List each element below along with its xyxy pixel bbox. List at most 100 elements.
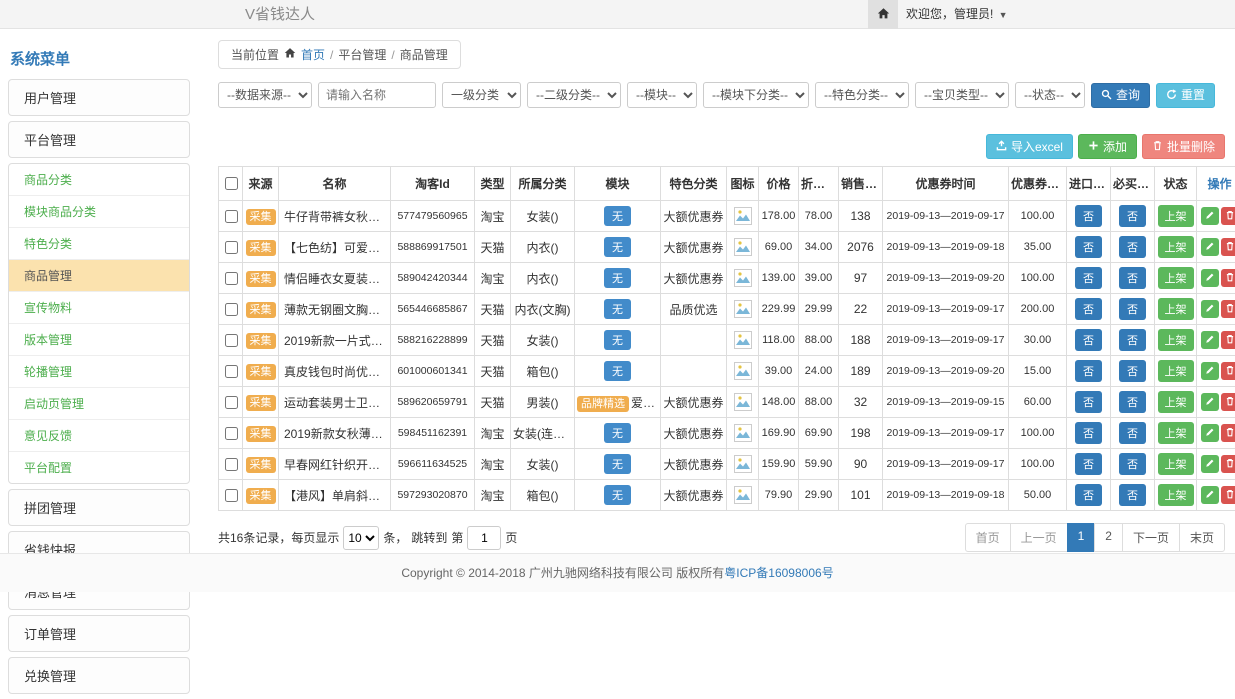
search-button[interactable]: 查询 (1091, 83, 1150, 108)
delete-button[interactable] (1221, 486, 1235, 504)
row-checkbox[interactable] (225, 489, 238, 502)
filter-select-8[interactable]: --状态-- (1015, 82, 1085, 108)
sidebar-subitem-4[interactable]: 特色分类 (9, 227, 189, 259)
import-select-toggle[interactable]: 否 (1075, 484, 1102, 506)
import-select-toggle[interactable]: 否 (1075, 391, 1102, 413)
edit-button[interactable] (1201, 455, 1219, 473)
must-buy-toggle[interactable]: 否 (1119, 298, 1146, 320)
filter-select-5[interactable]: --模块下分类-- (703, 82, 809, 108)
edit-button[interactable] (1201, 486, 1219, 504)
page-button-2[interactable]: 2 (1094, 523, 1123, 552)
breadcrumb-home-link[interactable]: 首页 (301, 46, 325, 63)
page-button-下一页[interactable]: 下一页 (1122, 523, 1180, 552)
sidebar-item-12[interactable]: 拼团管理 (8, 489, 190, 526)
status-toggle[interactable]: 上架 (1158, 236, 1194, 258)
status-toggle[interactable]: 上架 (1158, 360, 1194, 382)
filter-select-0[interactable]: --数据来源-- (218, 82, 312, 108)
import-excel-button[interactable]: 导入excel (986, 134, 1073, 159)
status-toggle[interactable]: 上架 (1158, 298, 1194, 320)
row-checkbox[interactable] (225, 210, 238, 223)
sidebar-item-16[interactable]: 兑换管理 (8, 657, 190, 694)
status-toggle[interactable]: 上架 (1158, 205, 1194, 227)
must-buy-toggle[interactable]: 否 (1119, 236, 1146, 258)
filter-select-2[interactable]: 一级分类 (442, 82, 521, 108)
row-checkbox[interactable] (225, 334, 238, 347)
import-select-toggle[interactable]: 否 (1075, 360, 1102, 382)
delete-button[interactable] (1221, 207, 1235, 225)
add-button[interactable]: 添加 (1078, 134, 1137, 159)
sidebar-subitem-5[interactable]: 商品管理 (9, 259, 189, 291)
select-all-checkbox[interactable] (225, 177, 238, 190)
status-toggle[interactable]: 上架 (1158, 329, 1194, 351)
reset-button[interactable]: 重置 (1156, 83, 1215, 108)
filter-select-6[interactable]: --特色分类-- (815, 82, 909, 108)
delete-button[interactable] (1221, 238, 1235, 256)
delete-button[interactable] (1221, 393, 1235, 411)
row-checkbox[interactable] (225, 303, 238, 316)
import-select-toggle[interactable]: 否 (1075, 329, 1102, 351)
user-menu[interactable]: 欢迎您，管理员! ▼ (906, 0, 1008, 30)
import-select-toggle[interactable]: 否 (1075, 422, 1102, 444)
batch-delete-button[interactable]: 批量删除 (1142, 134, 1225, 159)
page-button-1[interactable]: 1 (1067, 523, 1096, 552)
row-checkbox[interactable] (225, 272, 238, 285)
status-toggle[interactable]: 上架 (1158, 422, 1194, 444)
sidebar-subitem-2[interactable]: 商品分类 (9, 164, 189, 195)
sidebar-subitem-6[interactable]: 宣传物料 (9, 291, 189, 323)
must-buy-toggle[interactable]: 否 (1119, 484, 1146, 506)
row-checkbox[interactable] (225, 241, 238, 254)
icp-link[interactable]: 粤ICP备16098006号 (724, 566, 833, 580)
edit-button[interactable] (1201, 238, 1219, 256)
sidebar-item-15[interactable]: 订单管理 (8, 615, 190, 652)
status-toggle[interactable]: 上架 (1158, 391, 1194, 413)
delete-button[interactable] (1221, 300, 1235, 318)
must-buy-toggle[interactable]: 否 (1119, 453, 1146, 475)
sidebar-subitem-11[interactable]: 平台配置 (9, 451, 189, 483)
must-buy-toggle[interactable]: 否 (1119, 329, 1146, 351)
edit-button[interactable] (1201, 207, 1219, 225)
import-select-toggle[interactable]: 否 (1075, 236, 1102, 258)
import-select-toggle[interactable]: 否 (1075, 267, 1102, 289)
delete-button[interactable] (1221, 424, 1235, 442)
edit-button[interactable] (1201, 362, 1219, 380)
page-button-上一页[interactable]: 上一页 (1010, 523, 1068, 552)
sidebar-subitem-10[interactable]: 意见反馈 (9, 419, 189, 451)
status-toggle[interactable]: 上架 (1158, 453, 1194, 475)
row-checkbox[interactable] (225, 458, 238, 471)
row-checkbox[interactable] (225, 396, 238, 409)
edit-button[interactable] (1201, 424, 1219, 442)
edit-button[interactable] (1201, 300, 1219, 318)
status-toggle[interactable]: 上架 (1158, 484, 1194, 506)
must-buy-toggle[interactable]: 否 (1119, 205, 1146, 227)
page-button-末页[interactable]: 末页 (1179, 523, 1225, 552)
import-select-toggle[interactable]: 否 (1075, 298, 1102, 320)
edit-button[interactable] (1201, 331, 1219, 349)
filter-select-3[interactable]: --二级分类-- (527, 82, 621, 108)
must-buy-toggle[interactable]: 否 (1119, 422, 1146, 444)
must-buy-toggle[interactable]: 否 (1119, 360, 1146, 382)
row-checkbox[interactable] (225, 427, 238, 440)
sidebar-subitem-8[interactable]: 轮播管理 (9, 355, 189, 387)
delete-button[interactable] (1221, 331, 1235, 349)
import-select-toggle[interactable]: 否 (1075, 453, 1102, 475)
must-buy-toggle[interactable]: 否 (1119, 391, 1146, 413)
name-search-input[interactable] (318, 82, 436, 108)
status-toggle[interactable]: 上架 (1158, 267, 1194, 289)
page-button-首页[interactable]: 首页 (965, 523, 1011, 552)
per-page-select[interactable]: 10 (343, 526, 379, 550)
edit-button[interactable] (1201, 393, 1219, 411)
delete-button[interactable] (1221, 269, 1235, 287)
sidebar-item-1[interactable]: 平台管理 (8, 121, 190, 158)
must-buy-toggle[interactable]: 否 (1119, 267, 1146, 289)
sidebar-subitem-9[interactable]: 启动页管理 (9, 387, 189, 419)
delete-button[interactable] (1221, 455, 1235, 473)
import-select-toggle[interactable]: 否 (1075, 205, 1102, 227)
filter-select-7[interactable]: --宝贝类型-- (915, 82, 1009, 108)
delete-button[interactable] (1221, 362, 1235, 380)
sidebar-item-0[interactable]: 用户管理 (8, 79, 190, 116)
home-button[interactable] (868, 0, 898, 29)
sidebar-subitem-7[interactable]: 版本管理 (9, 323, 189, 355)
row-checkbox[interactable] (225, 365, 238, 378)
filter-select-4[interactable]: --模块-- (627, 82, 697, 108)
edit-button[interactable] (1201, 269, 1219, 287)
